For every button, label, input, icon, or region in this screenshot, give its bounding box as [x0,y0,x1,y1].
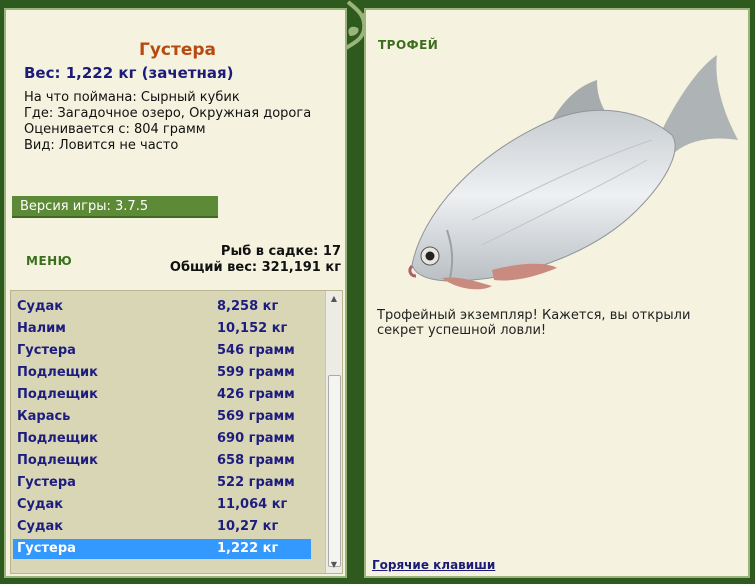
list-item-weight: 10,27 кг [217,519,279,534]
list-item[interactable]: Густера 1,222 кг [13,539,311,559]
list-item-weight: 11,064 кг [217,497,288,512]
bream-fish-image [408,55,738,290]
list-item-name: Густера [17,475,76,490]
list-item[interactable]: Судак 10,27 кг [13,517,311,537]
list-item-weight: 426 грамм [217,387,295,402]
list-item-weight: 690 грамм [217,431,295,446]
list-item-name: Судак [17,497,64,512]
fish-name: Густера [138,40,216,60]
place-line: Где: Загадочное озеро, Окружная дорога [24,106,312,121]
list-item-name: Судак [17,299,64,314]
list-item-name: Подлещик [17,453,98,468]
list-item-weight: 599 грамм [217,365,295,380]
list-item[interactable]: Подлещик 690 грамм [13,429,311,449]
list-item-weight: 1,222 кг [217,541,279,556]
trophy-panel: ТРОФЕЙ Трофейный экземпляр! Кажется, вы … [364,8,750,578]
trophy-message: Трофейный экземпляр! Кажется, вы открыли… [377,308,691,338]
list-item-name: Подлещик [17,387,98,402]
list-item-name: Густера [17,541,76,556]
bait-line: На что поймана: Сырный кубик [24,90,240,105]
hotkeys-link[interactable]: Горячие клавиши [372,558,495,572]
list-item[interactable]: Судак 8,258 кг [13,297,311,317]
value-line: Оценивается с: 804 грамм [24,122,206,137]
list-item-weight: 658 грамм [217,453,295,468]
list-item-weight: 522 грамм [217,475,295,490]
list-item-weight: 10,152 кг [217,321,288,336]
triangle-down-icon[interactable]: ▼ [326,557,342,573]
list-item-weight: 8,258 кг [217,299,279,314]
list-item-name: Налим [17,321,66,336]
list-scrollbar[interactable]: ▲ ▼ [325,291,342,573]
kind-line: Вид: Ловится не часто [24,138,179,153]
catch-list[interactable]: Судак 8,258 кг Налим 10,152 кг Густера 546 гр… [10,290,343,574]
list-item[interactable]: Налим 10,152 кг [13,319,311,339]
list-item-weight: 569 грамм [217,409,295,424]
list-item-name: Густера [17,343,76,358]
list-item-weight: 546 грамм [217,343,295,358]
fish-count: Рыб в садке: 17 [220,244,341,259]
total-weight: Общий вес: 321,191 кг [169,260,341,275]
list-item[interactable]: Густера 522 грамм [13,473,311,493]
scrollbar-thumb[interactable] [328,375,341,567]
list-item[interactable]: Карась 569 грамм [13,407,311,427]
fish-weight: Вес: 1,222 кг (зачетная) [24,64,234,82]
game-version-bar: Версия игры: 3.7.5 [12,196,218,218]
list-item[interactable]: Подлещик 599 грамм [13,363,311,383]
list-item-name: Судак [17,519,64,534]
catch-info-panel: Густера Вес: 1,222 кг (зачетная) На что … [4,8,347,578]
triangle-up-icon[interactable]: ▲ [326,291,342,307]
list-item-name: Карась [17,409,71,424]
list-item-name: Подлещик [17,365,98,380]
list-item[interactable]: Судак 11,064 кг [13,495,311,515]
menu-button[interactable]: МЕНЮ [26,254,72,268]
list-item[interactable]: Подлещик 426 грамм [13,385,311,405]
list-item-name: Подлещик [17,431,98,446]
list-item[interactable]: Подлещик 658 грамм [13,451,311,471]
list-item[interactable]: Густера 546 грамм [13,341,311,361]
